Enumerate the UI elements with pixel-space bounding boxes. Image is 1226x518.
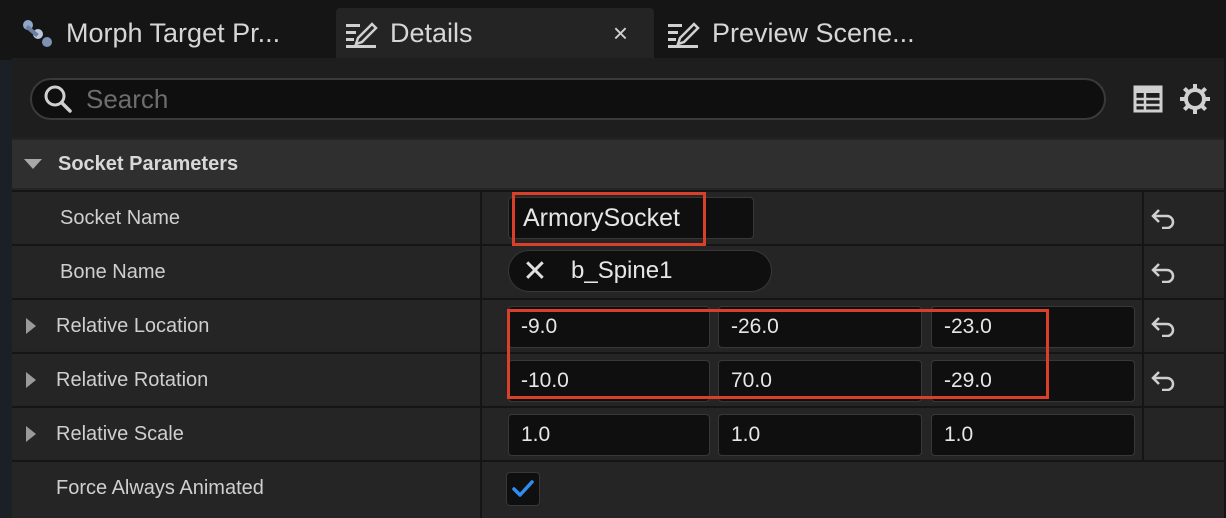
property-label: Bone Name — [60, 260, 166, 283]
property-row-relative-rotation: Relative Rotation -10.0 70.0 -29.0 — [12, 352, 1224, 406]
location-z-value: -23.0 — [944, 315, 992, 338]
category-label: Socket Parameters — [58, 152, 239, 175]
property-row-relative-location: Relative Location -9.0 -26.0 -23.0 — [12, 298, 1224, 352]
property-label: Relative Scale — [56, 422, 184, 445]
column-divider — [1142, 354, 1144, 406]
column-divider — [480, 408, 482, 460]
category-socket-parameters[interactable]: Socket Parameters — [12, 140, 1224, 188]
tab-bar: Morph Target Pr... Details × Preview Sce… — [0, 0, 1226, 60]
column-divider — [480, 462, 482, 518]
reset-to-default-icon[interactable] — [1148, 312, 1178, 340]
socket-name-value: ArmorySocket — [523, 203, 680, 232]
column-divider — [480, 192, 482, 244]
close-tab-icon[interactable]: × — [613, 18, 628, 49]
search-icon — [34, 79, 82, 119]
scale-x-value: 1.0 — [521, 423, 551, 446]
bone-name-field[interactable]: ✕ b_Spine1 — [508, 250, 772, 292]
rotation-z-value: -29.0 — [944, 369, 992, 392]
tab-preview-scene[interactable]: Preview Scene... — [666, 8, 966, 58]
property-row-bone-name: Bone Name ✕ b_Spine1 — [12, 244, 1224, 298]
property-row-socket-name: Socket Name ArmorySocket — [12, 190, 1224, 244]
location-y-value: -26.0 — [731, 315, 779, 338]
rotation-x-field[interactable]: -10.0 — [508, 360, 710, 402]
rotation-z-field[interactable]: -29.0 — [931, 360, 1135, 402]
tab-morph-target-preview[interactable]: Morph Target Pr... — [20, 8, 320, 58]
scale-x-field[interactable]: 1.0 — [508, 414, 710, 456]
column-divider — [1142, 300, 1144, 352]
rotation-x-value: -10.0 — [521, 369, 569, 392]
morph-target-icon — [20, 16, 54, 50]
socket-name-field[interactable]: ArmorySocket — [508, 197, 754, 239]
details-pencil-icon — [666, 16, 700, 50]
search-box[interactable] — [30, 78, 1106, 120]
table-view-icon[interactable] — [1131, 82, 1165, 116]
column-divider — [1142, 192, 1144, 244]
scale-y-value: 1.0 — [731, 423, 761, 446]
property-label: Force Always Animated — [56, 476, 264, 499]
force-always-animated-checkbox[interactable] — [506, 472, 540, 506]
expand-arrow-icon[interactable] — [26, 372, 36, 388]
column-divider — [1142, 246, 1144, 298]
reset-to-default-icon[interactable] — [1148, 366, 1178, 394]
property-label: Relative Location — [56, 314, 210, 337]
left-panel-edge — [0, 0, 12, 518]
scale-y-field[interactable]: 1.0 — [718, 414, 922, 456]
column-divider — [480, 246, 482, 298]
rotation-y-field[interactable]: 70.0 — [718, 360, 922, 402]
column-divider — [480, 354, 482, 406]
tab-label: Morph Target Pr... — [66, 17, 281, 48]
checkmark-icon — [512, 480, 534, 497]
scale-z-field[interactable]: 1.0 — [931, 414, 1135, 456]
tab-label: Preview Scene... — [712, 17, 915, 48]
property-row-force-always-animated: Force Always Animated — [12, 460, 1224, 518]
bone-name-value: b_Spine1 — [571, 257, 673, 284]
collapse-arrow-icon[interactable] — [24, 159, 42, 169]
details-pencil-icon — [344, 16, 378, 50]
expand-arrow-icon[interactable] — [26, 426, 36, 442]
gear-icon[interactable] — [1178, 82, 1212, 116]
search-row — [12, 58, 1224, 138]
clear-bone-icon[interactable]: ✕ — [515, 254, 555, 289]
reset-to-default-icon[interactable] — [1148, 204, 1178, 232]
property-label: Relative Rotation — [56, 368, 209, 391]
column-divider — [480, 300, 482, 352]
tab-details[interactable]: Details × — [336, 8, 654, 58]
search-input[interactable] — [86, 83, 1066, 115]
location-x-value: -9.0 — [521, 315, 558, 338]
column-divider — [1142, 408, 1144, 460]
location-y-field[interactable]: -26.0 — [718, 306, 922, 348]
property-row-relative-scale: Relative Scale 1.0 1.0 1.0 — [12, 406, 1224, 460]
scale-z-value: 1.0 — [944, 423, 974, 446]
location-z-field[interactable]: -23.0 — [931, 306, 1135, 348]
reset-to-default-icon[interactable] — [1148, 258, 1178, 286]
rotation-y-value: 70.0 — [731, 369, 772, 392]
location-x-field[interactable]: -9.0 — [508, 306, 710, 348]
expand-arrow-icon[interactable] — [26, 318, 36, 334]
property-label: Socket Name — [60, 206, 181, 229]
tab-label: Details — [390, 17, 473, 48]
details-panel: Socket Parameters Socket Name ArmorySock… — [12, 58, 1224, 518]
